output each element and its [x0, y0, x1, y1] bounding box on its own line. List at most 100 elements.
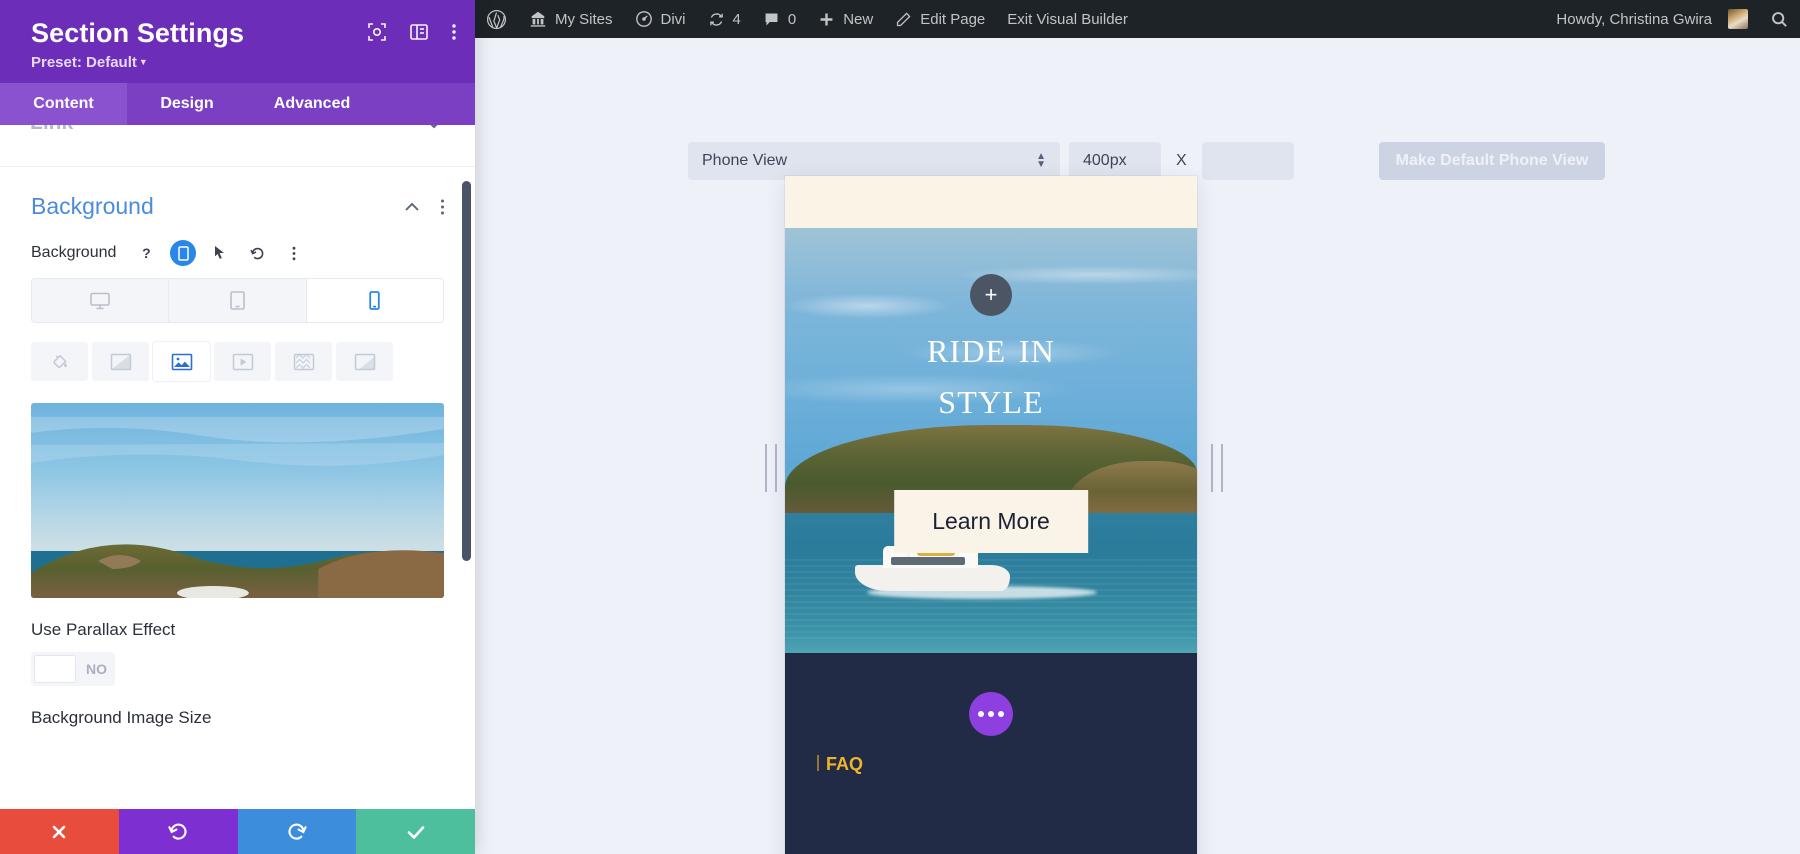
admin-bar-comments[interactable]: 0 — [752, 0, 807, 38]
hover-cursor-icon[interactable] — [207, 240, 233, 266]
save-button[interactable] — [356, 809, 475, 854]
dashboard-icon — [635, 10, 653, 28]
hero-heading: Ride In Style — [785, 322, 1197, 424]
background-image-preview[interactable] — [31, 403, 444, 598]
parallax-toggle-value: NO — [86, 661, 107, 677]
admin-bar-account[interactable]: Howdy, Christina Gwira — [1545, 0, 1759, 38]
background-mask-icon[interactable] — [336, 342, 393, 381]
device-breakpoint-tabs — [31, 278, 444, 323]
resize-handle-right[interactable] — [1211, 444, 1223, 492]
admin-bar-divi-label: Divi — [661, 11, 686, 28]
preview-height-input[interactable] — [1202, 142, 1294, 180]
focus-frame-icon[interactable] — [367, 22, 387, 42]
preset-label: Preset: Default — [31, 54, 137, 71]
make-default-label: Make Default Phone View — [1396, 152, 1589, 170]
search-icon — [1770, 10, 1789, 29]
admin-bar-comments-count: 0 — [788, 11, 796, 28]
responsive-preview-toolbar: Phone View ▲▼ 400px X Make Default Phone… — [688, 142, 1605, 180]
comment-icon — [763, 11, 780, 28]
preview-width-input[interactable]: 400px — [1069, 142, 1161, 180]
redo-button[interactable] — [238, 809, 357, 854]
background-section-header: Background — [0, 167, 475, 220]
help-icon[interactable]: ? — [133, 240, 159, 266]
pencil-icon — [895, 11, 912, 28]
admin-bar-edit-page-label: Edit Page — [920, 11, 985, 28]
background-image-size-label: Background Image Size — [0, 686, 475, 728]
background-video-icon[interactable] — [214, 342, 271, 381]
cancel-button[interactable] — [0, 809, 119, 854]
admin-bar-edit-page[interactable]: Edit Page — [884, 0, 996, 38]
admin-bar-new[interactable]: New — [807, 0, 884, 38]
tab-advanced[interactable]: Advanced — [247, 83, 377, 125]
background-pattern-icon[interactable] — [275, 342, 332, 381]
parallax-toggle[interactable]: NO — [31, 652, 115, 686]
collapsed-section-link[interactable]: Link — [0, 125, 475, 167]
tab-content[interactable]: Content — [0, 83, 127, 125]
dimension-separator: X — [1170, 152, 1193, 170]
admin-bar-greeting: Howdy, Christina Gwira — [1556, 11, 1712, 28]
visual-builder-canvas: Phone View ▲▼ 400px X Make Default Phone… — [475, 38, 1800, 854]
admin-bar-divi[interactable]: Divi — [624, 0, 697, 38]
admin-bar-updates[interactable]: 4 — [697, 0, 752, 38]
admin-bar-exit-visual-builder[interactable]: Exit Visual Builder — [996, 0, 1139, 38]
wordpress-logo-icon[interactable] — [475, 0, 518, 38]
phone-preview-frame: + Ride In Style Learn More FAQ — [785, 176, 1197, 854]
preset-selector[interactable]: Preset: Default▼ — [31, 54, 453, 71]
field-label-background: Background — [31, 244, 116, 262]
responsive-phone-icon[interactable] — [170, 240, 196, 266]
updates-icon — [708, 11, 725, 28]
panel-scrollbar-track[interactable] — [462, 153, 471, 809]
sites-icon — [529, 10, 547, 28]
view-mode-select[interactable]: Phone View ▲▼ — [688, 142, 1060, 180]
chevron-down-icon — [423, 125, 445, 141]
parallax-label: Use Parallax Effect — [0, 598, 475, 640]
faq-heading: FAQ — [826, 754, 863, 775]
resize-handle-left[interactable] — [765, 444, 777, 492]
reset-icon[interactable] — [244, 240, 270, 266]
panel-scrollbar-thumb[interactable] — [462, 181, 471, 561]
tab-design[interactable]: Design — [127, 83, 247, 125]
background-gradient-icon[interactable] — [92, 342, 149, 381]
learn-more-button[interactable]: Learn More — [894, 490, 1088, 553]
make-default-phone-view-button[interactable]: Make Default Phone View — [1379, 142, 1606, 180]
avatar — [1728, 9, 1748, 29]
more-options-icon[interactable] — [281, 240, 307, 266]
device-tab-desktop[interactable] — [32, 279, 169, 322]
device-tab-phone[interactable] — [307, 279, 443, 322]
settings-tabs: Content Design Advanced — [0, 83, 475, 125]
add-module-button[interactable]: + — [970, 274, 1012, 316]
hero-heading-line1: Ride In — [785, 322, 1197, 373]
admin-bar-exit-label: Exit Visual Builder — [1007, 11, 1128, 28]
toggle-knob — [34, 655, 76, 683]
preview-thumbnail — [31, 403, 444, 598]
admin-bar-updates-count: 4 — [733, 11, 741, 28]
section-settings-panel: Section Settings Preset: Default▼ — [0, 0, 475, 854]
admin-bar-my-sites[interactable]: My Sites — [518, 0, 624, 38]
preview-width-value: 400px — [1083, 152, 1127, 170]
more-vertical-icon[interactable] — [440, 198, 445, 216]
wordpress-admin-bar: My Sites Divi 4 0 New Edit Page Exit Vis… — [475, 0, 1800, 38]
device-tab-tablet[interactable] — [169, 279, 306, 322]
settings-panel-footer — [0, 809, 475, 854]
undo-button[interactable] — [119, 809, 238, 854]
section-label-link: Link — [30, 125, 73, 135]
plus-icon — [818, 11, 835, 28]
footer-dark-section[interactable]: FAQ — [785, 653, 1197, 854]
background-image-icon[interactable] — [153, 342, 210, 381]
admin-bar-my-sites-label: My Sites — [555, 11, 613, 28]
admin-bar-search[interactable] — [1759, 0, 1800, 38]
background-field-row: Background ? — [0, 220, 475, 266]
settings-panel-body: Link Background Background ? — [0, 125, 475, 809]
chevron-down-icon: ▼ — [139, 57, 148, 67]
section-actions-button[interactable] — [969, 692, 1013, 736]
panel-layout-icon[interactable] — [409, 22, 429, 42]
chevron-up-icon[interactable] — [402, 197, 422, 217]
select-spinner-icon: ▲▼ — [1036, 153, 1046, 169]
more-vertical-icon[interactable] — [451, 22, 457, 42]
view-mode-value: Phone View — [702, 152, 787, 170]
settings-panel-header: Section Settings Preset: Default▼ — [0, 0, 475, 83]
hero-section[interactable]: + Ride In Style Learn More — [785, 228, 1197, 653]
background-color-icon[interactable] — [31, 342, 88, 381]
section-title-background: Background — [31, 193, 384, 220]
top-cream-section[interactable] — [785, 176, 1197, 228]
